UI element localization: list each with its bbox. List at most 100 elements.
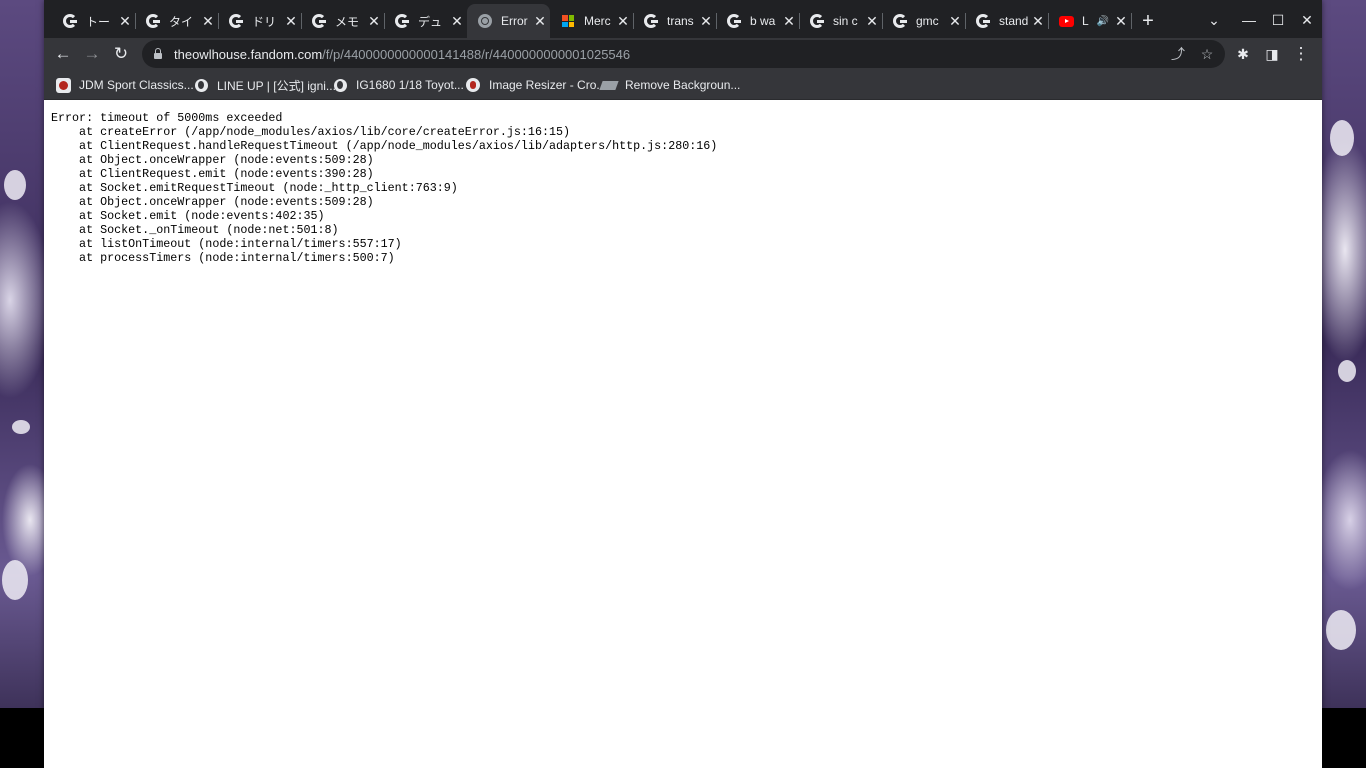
browser-tab[interactable]: trans ✕ — [633, 8, 717, 34]
tab-close-icon[interactable]: ✕ — [613, 13, 633, 30]
stack-frame: at processTimers (node:internal/timers:5… — [51, 251, 395, 265]
tab-close-icon[interactable]: ✕ — [696, 13, 716, 30]
tab-close-icon[interactable]: ✕ — [198, 13, 218, 30]
youtube-icon — [1058, 13, 1074, 29]
browser-tab[interactable]: Merc ✕ — [550, 8, 634, 34]
bookmark-item[interactable]: Image Resizer - Cro... — [465, 75, 606, 95]
browser-tab[interactable]: メモ ✕ — [301, 8, 385, 34]
bookmark-item[interactable]: IG1680 1/18 Toyot... — [332, 75, 464, 95]
tab-close-icon[interactable]: ✕ — [945, 13, 965, 30]
wallpaper-spot — [1330, 120, 1354, 156]
tab-separator — [1131, 13, 1132, 29]
bookmark-star-icon[interactable]: ☆ — [1197, 44, 1217, 64]
google-icon — [726, 13, 742, 29]
tab-close-icon[interactable]: ✕ — [779, 13, 799, 30]
tab-title: trans — [667, 14, 694, 28]
tab-title: sin c — [833, 14, 858, 28]
minimize-button[interactable]: — — [1235, 8, 1263, 32]
stack-frame: at listOnTimeout (node:internal/timers:5… — [51, 237, 402, 251]
tab-title: stand — [999, 14, 1028, 28]
tab-title: メモ — [335, 14, 360, 29]
error-message: Error: timeout of 5000ms exceeded — [51, 111, 283, 125]
tab-title: タイ — [169, 14, 194, 29]
new-tab-button[interactable]: + — [1136, 9, 1160, 33]
tab-close-icon[interactable]: ✕ — [281, 13, 301, 30]
tab-close-icon[interactable]: ✕ — [1028, 13, 1048, 30]
browser-tab[interactable]: L 🔊 ✕ — [1048, 8, 1132, 34]
stack-frame: at Socket.emitRequestTimeout (node:_http… — [51, 181, 458, 195]
bookmark-label: JDM Sport Classics... — [79, 78, 194, 92]
tab-close-icon[interactable]: ✕ — [530, 13, 550, 30]
tab-title: Merc — [584, 14, 611, 28]
chrome-menu-icon[interactable]: ⋮ — [1289, 42, 1313, 66]
share-icon[interactable]: ⤴ — [1168, 44, 1188, 64]
error-stack-trace: Error: timeout of 5000ms exceeded at cre… — [51, 111, 717, 265]
tab-search-button[interactable]: ⌄ — [1200, 8, 1228, 32]
page-content: Error: timeout of 5000ms exceeded at cre… — [44, 100, 1322, 768]
wallpaper-spot — [1338, 360, 1356, 382]
tab-close-icon[interactable]: ✕ — [364, 13, 384, 30]
google-icon — [394, 13, 410, 29]
google-icon — [62, 13, 78, 29]
globe-icon — [332, 77, 348, 93]
reload-button[interactable]: ↻ — [109, 42, 133, 66]
bookmark-label: Image Resizer - Cro... — [489, 78, 607, 92]
browser-tab[interactable]: トー ✕ — [52, 8, 136, 34]
browser-toolbar: ← → ↻ theowlhouse.fandom.com/f/p/4400000… — [44, 38, 1322, 70]
back-button[interactable]: ← — [51, 42, 75, 66]
stack-frame: at Socket.emit (node:events:402:35) — [51, 209, 325, 223]
stack-frame: at createError (/app/node_modules/axios/… — [51, 125, 571, 139]
forward-button[interactable]: → — [80, 42, 104, 66]
tab-close-icon[interactable]: ✕ — [862, 13, 882, 30]
bookmark-item[interactable]: LINE UP | [公式] igni... — [193, 75, 336, 95]
lock-icon[interactable] — [154, 48, 162, 59]
wallpaper-spot — [1326, 610, 1356, 650]
tab-close-icon[interactable]: ✕ — [1111, 13, 1131, 30]
tab-close-icon[interactable]: ✕ — [447, 13, 467, 30]
bookmark-item[interactable]: Remove Backgroun... — [599, 75, 740, 95]
stack-frame: at Object.onceWrapper (node:events:509:2… — [51, 195, 374, 209]
bookmark-label: IG1680 1/18 Toyot... — [356, 78, 464, 92]
tab-title: L — [1082, 14, 1089, 28]
maximize-button[interactable]: ☐ — [1264, 8, 1292, 32]
tab-title: トー — [86, 14, 111, 29]
bookmarks-bar: JDM Sport Classics... LINE UP | [公式] ign… — [44, 70, 1322, 100]
browser-window: + ⌄ — ☐ ✕ トー ✕ タイ ✕ ドリ ✕ メモ ✕ デュ ✕ Error ✕ Merc ✕ tran… — [44, 0, 1322, 768]
browser-tab[interactable]: デュ ✕ — [384, 8, 467, 34]
window-close-button[interactable]: ✕ — [1293, 8, 1321, 32]
wallpaper-spot — [2, 560, 28, 600]
stack-frame: at Socket._onTimeout (node:net:501:8) — [51, 223, 339, 237]
extensions-icon[interactable]: ✱ — [1231, 42, 1255, 66]
wallpaper-spot — [12, 420, 30, 434]
image-resizer-icon — [465, 77, 481, 93]
google-icon — [228, 13, 244, 29]
url-path: /f/p/4400000000000141488/r/4400000000001… — [322, 46, 631, 62]
tab-title: デュ — [418, 14, 443, 29]
tab-title: b wa — [750, 14, 776, 28]
browser-tab[interactable]: b wa ✕ — [716, 8, 800, 34]
browser-tab[interactable]: ドリ ✕ — [218, 8, 302, 34]
wallpaper-spot — [4, 170, 26, 200]
remove-bg-icon — [599, 77, 619, 93]
tab-title: gmc — [916, 14, 939, 28]
tab-close-icon[interactable]: ✕ — [115, 13, 135, 30]
address-bar[interactable]: theowlhouse.fandom.com/f/p/4400000000000… — [142, 40, 1225, 68]
google-icon — [145, 13, 161, 29]
stack-frame: at Object.onceWrapper (node:events:509:2… — [51, 153, 374, 167]
audio-playing-icon[interactable]: 🔊 — [1097, 16, 1109, 27]
tab-title: ドリ — [252, 14, 277, 29]
url-host: theowlhouse.fandom.com — [174, 46, 323, 62]
side-panel-icon[interactable]: ◨ — [1260, 42, 1284, 66]
bookmark-item[interactable]: JDM Sport Classics... — [55, 75, 194, 95]
tab-strip: + ⌄ — ☐ ✕ トー ✕ タイ ✕ ドリ ✕ メモ ✕ デュ ✕ Error ✕ Merc ✕ tran… — [44, 0, 1322, 38]
browser-tab[interactable]: Error ✕ — [467, 4, 550, 38]
browser-tab[interactable]: タイ ✕ — [135, 8, 219, 34]
microsoft-icon — [560, 13, 576, 29]
browser-tab[interactable]: gmc ✕ — [882, 8, 966, 34]
google-icon — [975, 13, 991, 29]
browser-tab[interactable]: sin c ✕ — [799, 8, 883, 34]
bookmark-label: LINE UP | [公式] igni... — [217, 78, 336, 93]
globe-icon — [193, 77, 209, 93]
globe-icon — [477, 13, 493, 29]
browser-tab[interactable]: stand ✕ — [965, 8, 1049, 34]
